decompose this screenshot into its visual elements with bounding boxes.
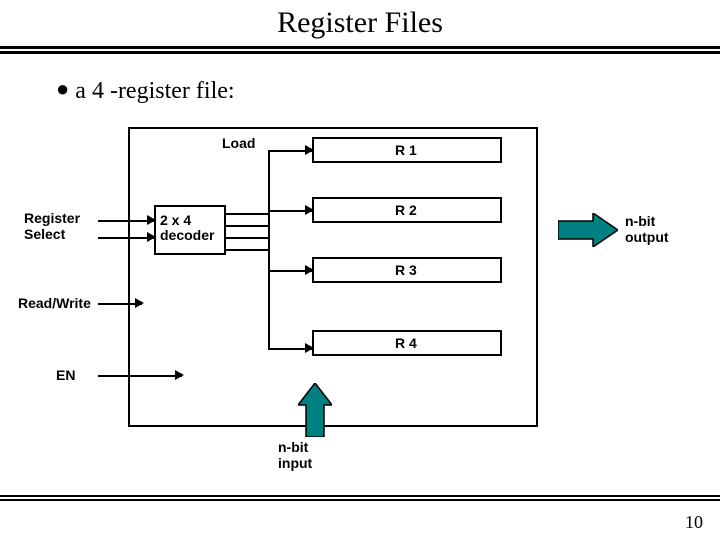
register-select-label: Register Select xyxy=(24,210,80,242)
arrow-icon xyxy=(305,145,314,155)
arrow-icon xyxy=(175,370,184,380)
wire xyxy=(98,220,154,222)
bullet-text: a 4 -register file: xyxy=(75,78,234,104)
bullet-line: ●a 4 -register file: xyxy=(0,54,720,105)
read-write-label: Read/Write xyxy=(18,295,91,311)
load-label: Load xyxy=(220,135,257,151)
wire xyxy=(226,249,268,251)
wire xyxy=(226,237,268,239)
arrow-icon xyxy=(305,343,314,353)
diagram-stage: Load 2 x 4 decoder R 1 R 2 R 3 R 4 Regis… xyxy=(0,105,720,465)
output-arrow-icon xyxy=(558,213,618,247)
footer-rule xyxy=(0,495,720,501)
arrow-icon xyxy=(147,232,156,242)
arrow-icon xyxy=(147,215,156,225)
wire xyxy=(226,225,268,227)
register-r2-label: R 2 xyxy=(395,202,417,218)
wire xyxy=(98,237,154,239)
register-r1-label: R 1 xyxy=(395,142,417,158)
nbit-output-label: n-bit output xyxy=(625,213,669,245)
decoder-label: 2 x 4 decoder xyxy=(160,213,214,243)
arrow-icon xyxy=(305,265,314,275)
bullet-dot: ● xyxy=(56,76,75,101)
title-rule xyxy=(0,46,720,54)
en-label: EN xyxy=(56,367,75,383)
register-r4-label: R 4 xyxy=(395,335,417,351)
arrow-icon xyxy=(135,298,144,308)
wire xyxy=(98,375,182,377)
register-r3-label: R 3 xyxy=(395,262,417,278)
arrow-icon xyxy=(305,205,314,215)
nbit-input-label: n-bit input xyxy=(278,439,312,471)
wire xyxy=(268,150,270,350)
page-title: Register Files xyxy=(0,0,720,46)
wire xyxy=(226,213,268,215)
page-number: 10 xyxy=(685,512,703,533)
input-arrow-icon xyxy=(298,383,332,437)
